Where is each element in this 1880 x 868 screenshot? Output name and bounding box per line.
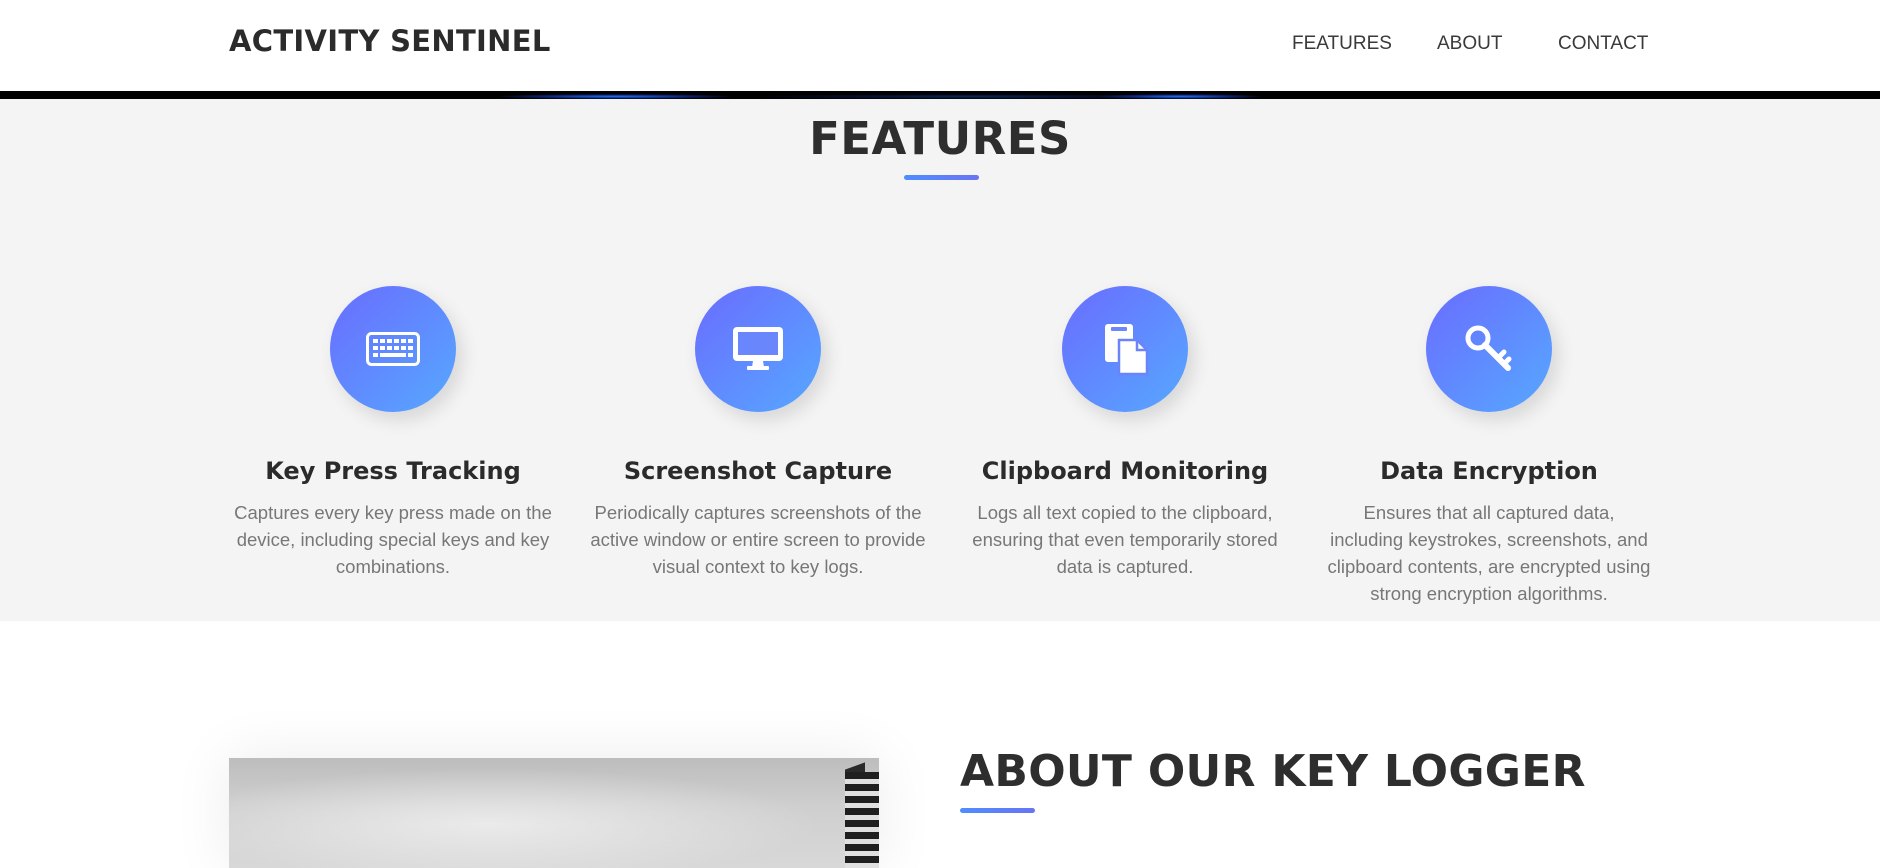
nav-link-about[interactable]: ABOUT (1437, 33, 1502, 55)
feature-description: Periodically captures screenshots of the… (590, 502, 926, 577)
feature-title: Key Press Tracking (265, 457, 521, 485)
feature-description: Logs all text copied to the clipboard, e… (972, 502, 1278, 577)
feature-title: Screenshot Capture (623, 457, 893, 485)
site-header: ACTIVITY SENTINEL FEATURES ABOUT CONTACT (0, 0, 1880, 94)
about-image (229, 758, 879, 868)
image-building (845, 772, 879, 868)
feature-card-screenshot: Screenshot Capture Periodically captures… (588, 99, 928, 621)
feature-icon-circle (330, 286, 456, 412)
feature-icon-circle (1426, 286, 1552, 412)
nav-link-contact[interactable]: CONTACT (1558, 33, 1648, 55)
feature-card-encryption: Data Encryption Ensures that all capture… (1319, 99, 1659, 621)
feature-title: Clipboard Monitoring (981, 457, 1269, 485)
main-nav: FEATURES ABOUT CONTACT (0, 33, 1880, 59)
about-heading: ABOUT OUR KEY LOGGER (960, 746, 1586, 797)
features-section: FEATURES Key Press Tracking Captures eve… (0, 99, 1880, 621)
feature-icon-circle (1062, 286, 1188, 412)
feature-card-clipboard: Clipboard Monitoring Logs all text copie… (955, 99, 1295, 621)
nav-link-features[interactable]: FEATURES (1292, 33, 1392, 55)
header-divider-bar (0, 91, 1880, 99)
key-icon (1465, 325, 1512, 371)
heading-underline (960, 808, 1035, 813)
feature-description: Captures every key press made on the dev… (234, 502, 552, 577)
keyboard-icon (366, 332, 420, 366)
feature-icon-circle (695, 286, 821, 412)
feature-card-key-press: Key Press Tracking Captures every key pr… (223, 99, 563, 621)
image-sky (229, 758, 879, 868)
desktop-icon (733, 327, 783, 370)
about-section: ABOUT OUR KEY LOGGER (0, 621, 1880, 868)
feature-description: Ensures that all captured data, includin… (1327, 502, 1651, 604)
clipboard-icon (1105, 324, 1149, 376)
feature-title: Data Encryption (1380, 457, 1598, 485)
